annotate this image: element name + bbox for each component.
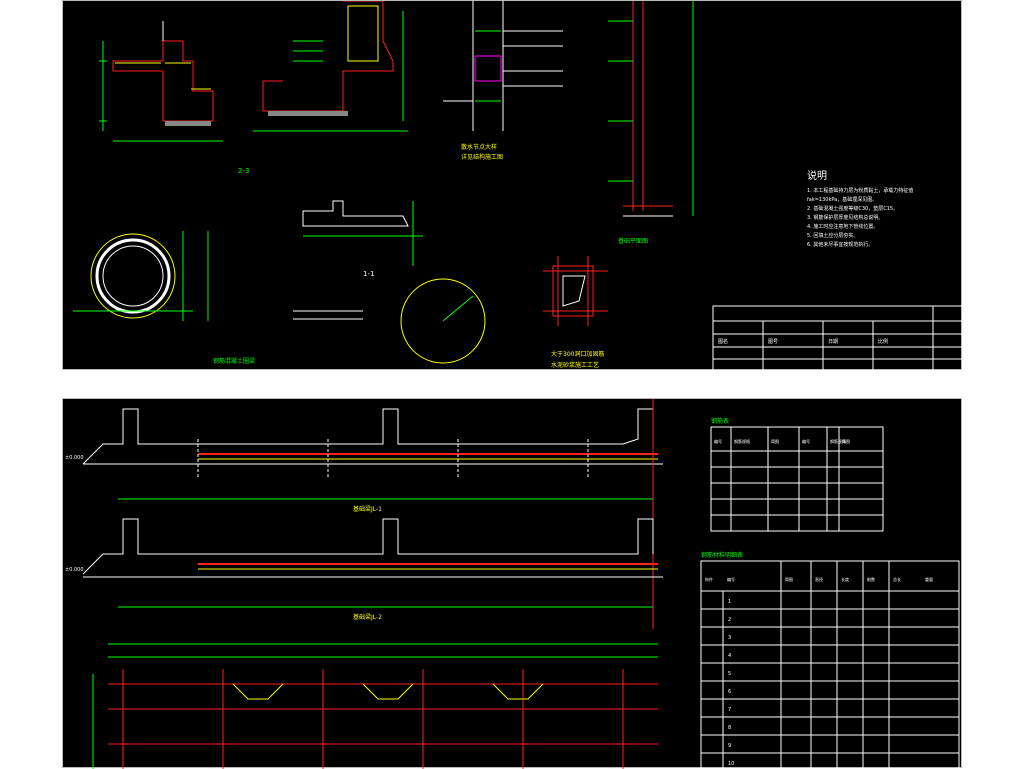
rebar-header-4: 编号 [802, 438, 810, 444]
beam-detail [293, 200, 423, 320]
caption-e: 大于300洞口加固筋 [551, 350, 604, 358]
schedule-header-6: 根数 [867, 576, 875, 582]
drawing-sheet-bottom[interactable]: ±0.000 基础梁JL-1 ±0.000 基础梁JL-2 钢筋表 编号 钢筋规… [62, 398, 962, 769]
beam-label-1: 基础梁JL-1 [353, 505, 382, 513]
title-block-label-2: 图号 [768, 339, 778, 345]
drawing-sheet-top[interactable]: 2-3 散水节点大样 详见结构施工图 基础平面图 钢筋混凝土圈梁 1-1 大于3… [62, 0, 963, 371]
pipe-section [73, 231, 209, 321]
rebar-table-title: 钢筋表 [711, 417, 729, 425]
beam-elevation-2 [82, 518, 663, 608]
schedule-row-num: 4 [728, 653, 731, 659]
wall-detail [443, 1, 563, 131]
elevation-lower: ±0.000 [65, 567, 84, 573]
column-elevation [608, 1, 694, 217]
schedule-header-8: 重量 [925, 576, 933, 582]
notes-title: 说明 [807, 171, 827, 182]
caption-a: 散水节点大样 [461, 143, 497, 151]
schedule-header-3: 简图 [785, 576, 793, 582]
general-notes: 说明 1. 本工程基础持力层为粉质黏土，承载力特征值 fak=130kPa，基础… [807, 171, 957, 250]
rebar-header-1: 编号 [714, 438, 722, 444]
schedule-header-4: 直径 [815, 576, 823, 582]
schedule-row-num: 2 [728, 617, 731, 623]
beam-elevation-1 [82, 399, 663, 629]
schedule-header-5: 长度 [841, 576, 849, 582]
schedule-title: 钢筋材料明细表 [701, 551, 743, 559]
note-line: 6. 其他未尽事宜按规范执行。 [807, 242, 874, 248]
section-label-1-1: 1-1 [363, 270, 374, 278]
foundation-section-2 [253, 1, 408, 132]
caption-f: 水泥砂浆施工工艺 [551, 361, 599, 369]
schedule-row-num: 1 [728, 599, 731, 605]
schedule-row-num: 6 [728, 689, 731, 695]
schedule-row-num: 7 [728, 707, 731, 713]
schedule-row-num: 8 [728, 725, 731, 731]
schedule-header-1: 构件 [705, 576, 713, 582]
title-block-label-3: 日期 [828, 339, 838, 345]
title-block-label-1: 图名 [718, 338, 728, 345]
title-block-label-4: 比例 [878, 338, 888, 345]
note-line: 2. 基础混凝土强度等级C30，垫层C15。 [807, 206, 899, 212]
schedule-header-2: 编号 [727, 576, 735, 582]
bottom-sheet-drawing: ±0.000 基础梁JL-1 ±0.000 基础梁JL-2 钢筋表 编号 钢筋规… [65, 399, 960, 769]
note-line: fak=130kPa，基础埋深见图。 [807, 197, 878, 203]
note-line: 4. 施工时应注意地下管线位置。 [807, 224, 879, 230]
note-line: 1. 本工程基础持力层为粉质黏土，承载力特征值 [807, 188, 914, 194]
circular-opening [400, 278, 486, 364]
beam-label-2: 基础梁JL-2 [353, 613, 382, 621]
schedule-row-num: 3 [728, 635, 731, 641]
rebar-header-3: 简图 [771, 438, 779, 444]
rebar-header-6: 简图 [842, 438, 850, 444]
foundation-section-1 [99, 21, 223, 142]
schedule-row-num: 10 [728, 761, 734, 767]
schedule-row-num: 5 [728, 671, 731, 677]
elevation-upper: ±0.000 [65, 455, 84, 461]
caption-b: 详见结构施工图 [461, 153, 503, 161]
schedule-header-7: 总长 [893, 576, 901, 582]
material-schedule [700, 560, 960, 769]
caption-d: 钢筋混凝土圈梁 [213, 357, 255, 365]
rebar-header-2: 钢筋规格 [734, 438, 750, 444]
caption-c: 基础平面图 [618, 237, 648, 245]
opening-reinforcement [543, 256, 608, 326]
foundation-plan [92, 643, 658, 769]
note-line: 5. 回填土应分层夯实。 [807, 233, 859, 239]
note-line: 3. 钢筋保护层厚度见结构总说明。 [807, 215, 884, 221]
section-label-2-3: 2-3 [238, 167, 249, 175]
schedule-row-num: 9 [728, 743, 731, 749]
